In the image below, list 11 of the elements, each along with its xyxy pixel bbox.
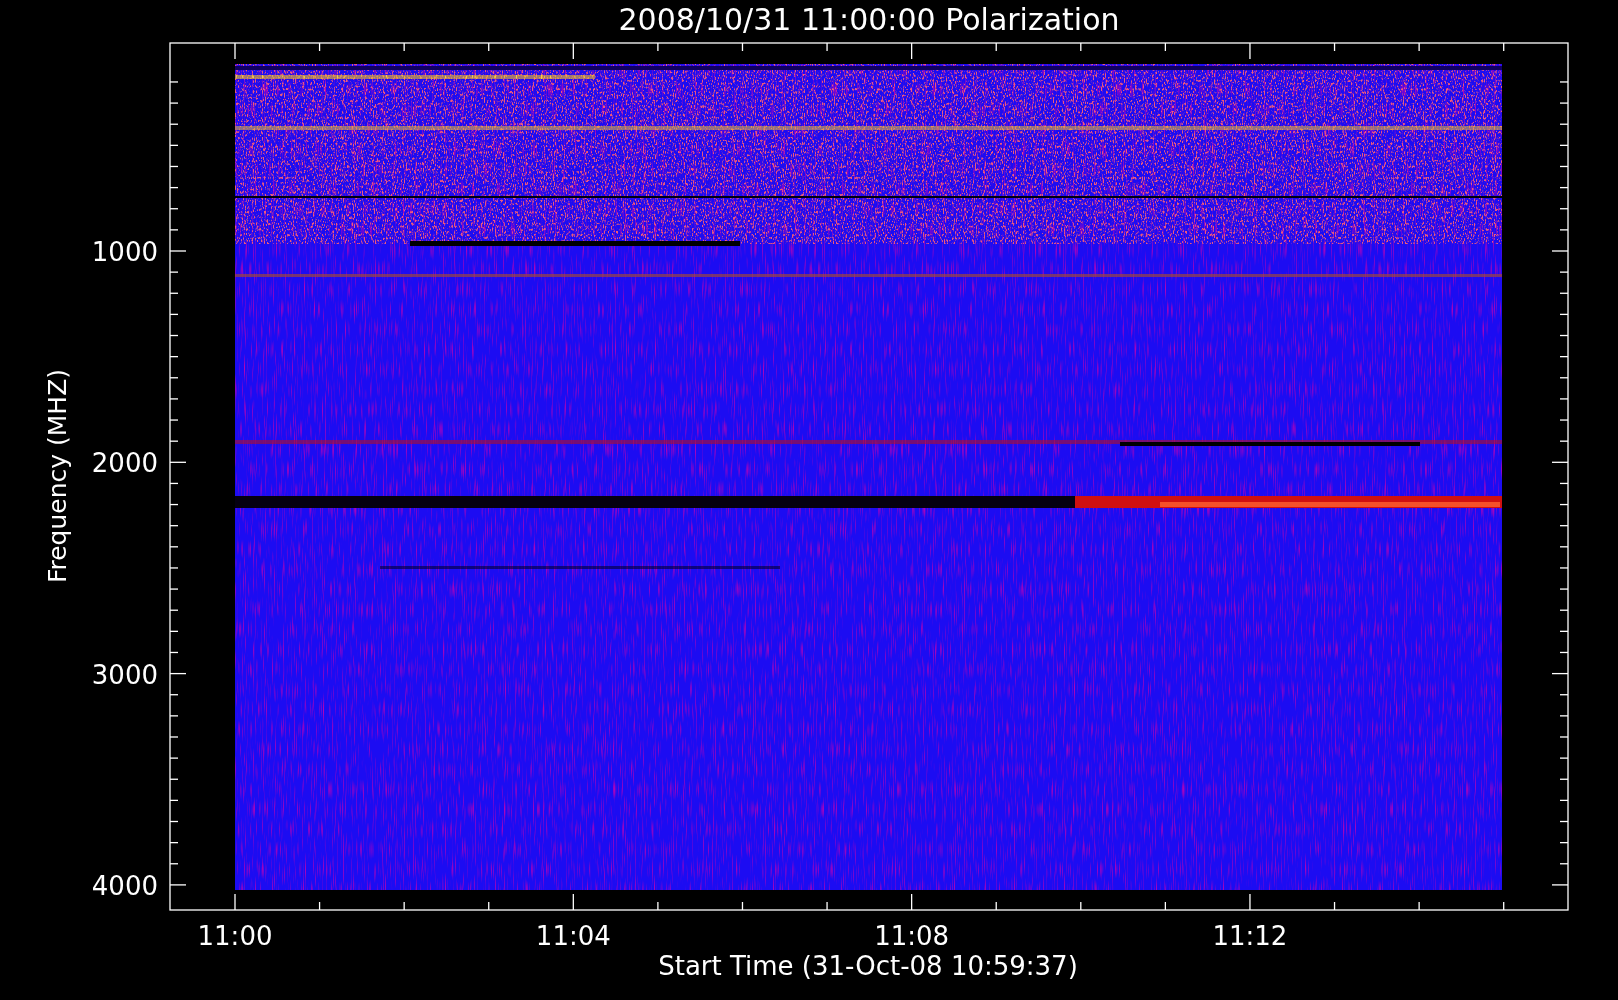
y-tick-label: 3000 (91, 659, 158, 690)
x-tick-label: 11:12 (1212, 921, 1288, 951)
x-tick-label: 11:04 (535, 921, 611, 951)
x-tick-label: 11:08 (874, 921, 950, 951)
x-axis-label: Start Time (31-Oct-08 10:59:37) (658, 951, 1078, 981)
y-tick-label: 1000 (91, 237, 158, 267)
chart-title: 2008/10/31 11:00:00 Polarization (618, 2, 1120, 37)
y-tick-label: 2000 (91, 448, 158, 479)
y-tick-label: 4000 (91, 870, 158, 901)
x-tick-label: 11:00 (197, 921, 273, 951)
y-axis-label: Frequency (MHZ) (43, 368, 72, 584)
